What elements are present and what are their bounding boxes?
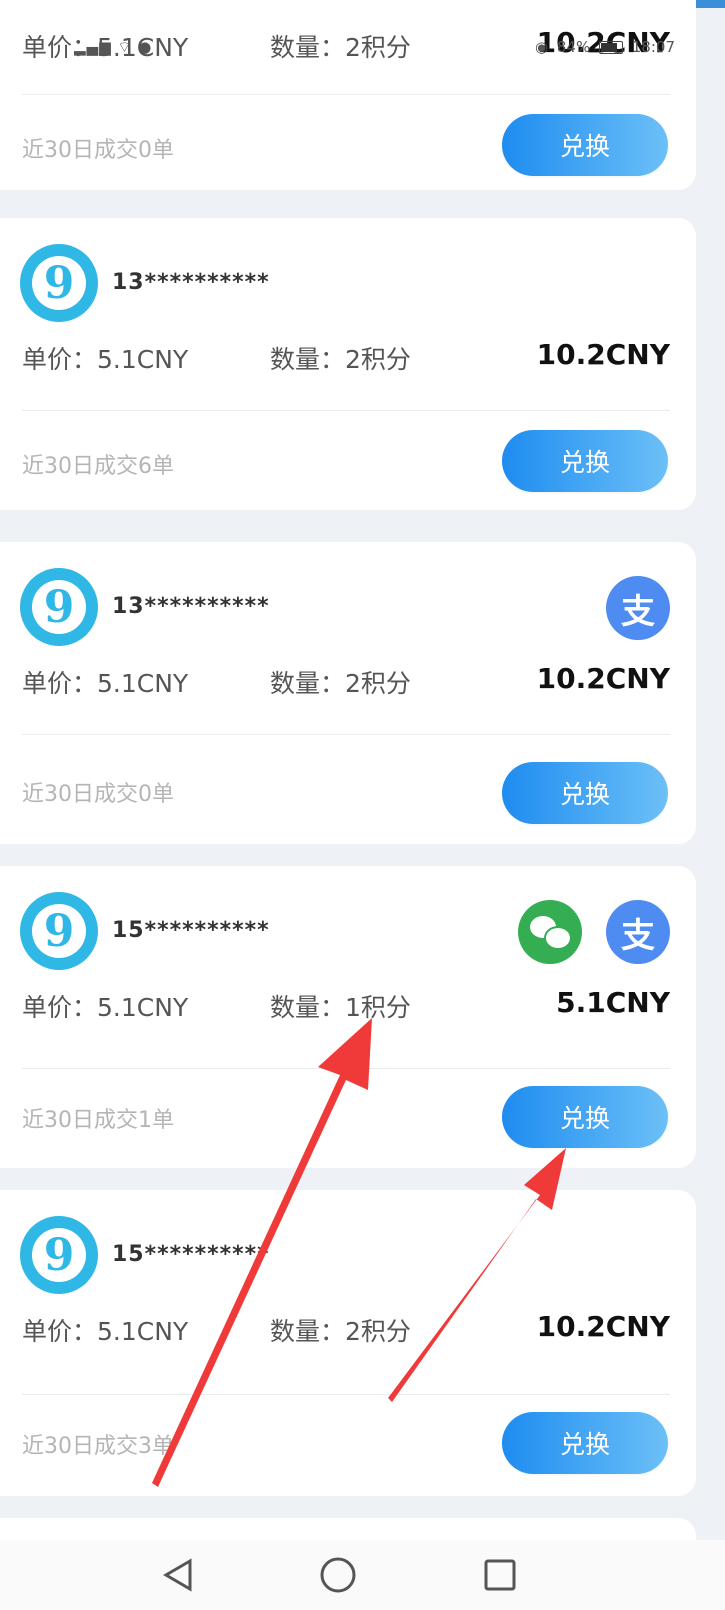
exchange-button[interactable]: 兑换 [502, 1086, 668, 1148]
wechat-icon [518, 900, 582, 964]
system-nav-bar [0, 1540, 725, 1610]
battery-percent: 84% [556, 38, 591, 56]
seller-phone: 15********** [112, 1242, 270, 1267]
unit-price: 单价：5.1CNY [22, 669, 189, 698]
divider [22, 1068, 670, 1069]
avatar: 9 [20, 568, 98, 646]
order-card[interactable]: 9 15********** 支 单价：5.1CNY 数量：1积分 5.1CNY… [0, 866, 696, 1168]
avatar-glyph: 9 [32, 256, 86, 310]
divider [22, 94, 670, 95]
avatar-glyph: 9 [32, 1228, 86, 1282]
battery-icon [598, 41, 623, 54]
unit-price: 单价：5.1CNY [22, 993, 189, 1022]
avatar: 9 [20, 244, 98, 322]
order-info-row: 单价：5.1CNY 数量：1积分 5.1CNY [22, 982, 670, 1022]
wechat-bubbles-icon [530, 916, 572, 950]
eye-icon: ◉ [534, 38, 549, 56]
status-right: ◉ 84% 18:07 [535, 38, 675, 56]
total-amount: 5.1CNY [556, 986, 670, 1019]
order-card[interactable]: 9 15********** 单价：5.1CNY 数量：2积分 10.2CNY … [0, 1190, 696, 1496]
quantity: 数量：2积分 [270, 345, 411, 374]
recent-deals: 近30日成交1单 [22, 1108, 174, 1133]
total-amount: 10.2CNY [536, 662, 670, 695]
avatar: 9 [20, 892, 98, 970]
avatar-glyph: 9 [32, 580, 86, 634]
unit-price: 单价：5.1CNY [22, 345, 189, 374]
signal-icons: ▂▄▆ ⌔ ● [74, 38, 153, 56]
quantity: 数量：2积分 [270, 1317, 411, 1346]
nav-home-icon[interactable] [308, 1550, 368, 1600]
status-bar: ▂▄▆ ⌔ ● ◉ 84% 18:07 [0, 30, 725, 64]
recent-deals: 近30日成交0单 [22, 782, 174, 807]
seller-phone: 13********** [112, 594, 270, 619]
order-info-row: 单价：5.1CNY 数量：2积分 10.2CNY [22, 1306, 670, 1346]
recent-deals: 近30日成交0单 [22, 138, 174, 163]
nav-recent-icon[interactable] [470, 1550, 530, 1600]
total-amount: 10.2CNY [536, 338, 670, 371]
exchange-button[interactable]: 兑换 [502, 114, 668, 176]
avatar: 9 [20, 1216, 98, 1294]
quantity: 数量：1积分 [270, 993, 411, 1022]
exchange-button[interactable]: 兑换 [502, 762, 668, 824]
order-card[interactable]: 9 13********** 支 单价：5.1CNY 数量：2积分 10.2CN… [0, 542, 696, 844]
avatar-glyph: 9 [32, 904, 86, 958]
divider [22, 734, 670, 735]
order-info-row: 单价：5.1CNY 数量：2积分 10.2CNY [22, 658, 670, 698]
alipay-icon: 支 [606, 900, 670, 964]
seller-phone: 13********** [112, 270, 270, 295]
divider [22, 1394, 670, 1395]
order-card[interactable]: 9 13********** 单价：5.1CNY 数量：2积分 10.2CNY … [0, 218, 696, 510]
alipay-icon: 支 [606, 576, 670, 640]
order-card[interactable]: 单价：5.1CNY 数量：2积分 10.2CNY 近30日成交0单 兑换 [0, 0, 696, 190]
seller-phone: 15********** [112, 918, 270, 943]
exchange-button[interactable]: 兑换 [502, 430, 668, 492]
total-amount: 10.2CNY [536, 1310, 670, 1343]
divider [22, 410, 670, 411]
recent-deals: 近30日成交3单 [22, 1434, 174, 1459]
unit-price: 单价：5.1CNY [22, 1317, 189, 1346]
nav-back-icon[interactable] [148, 1550, 208, 1600]
order-info-row: 单价：5.1CNY 数量：2积分 10.2CNY [22, 334, 670, 374]
clock: 18:07 [631, 38, 675, 56]
quantity: 数量：2积分 [270, 669, 411, 698]
recent-deals: 近30日成交6单 [22, 454, 174, 479]
exchange-button[interactable]: 兑换 [502, 1412, 668, 1474]
